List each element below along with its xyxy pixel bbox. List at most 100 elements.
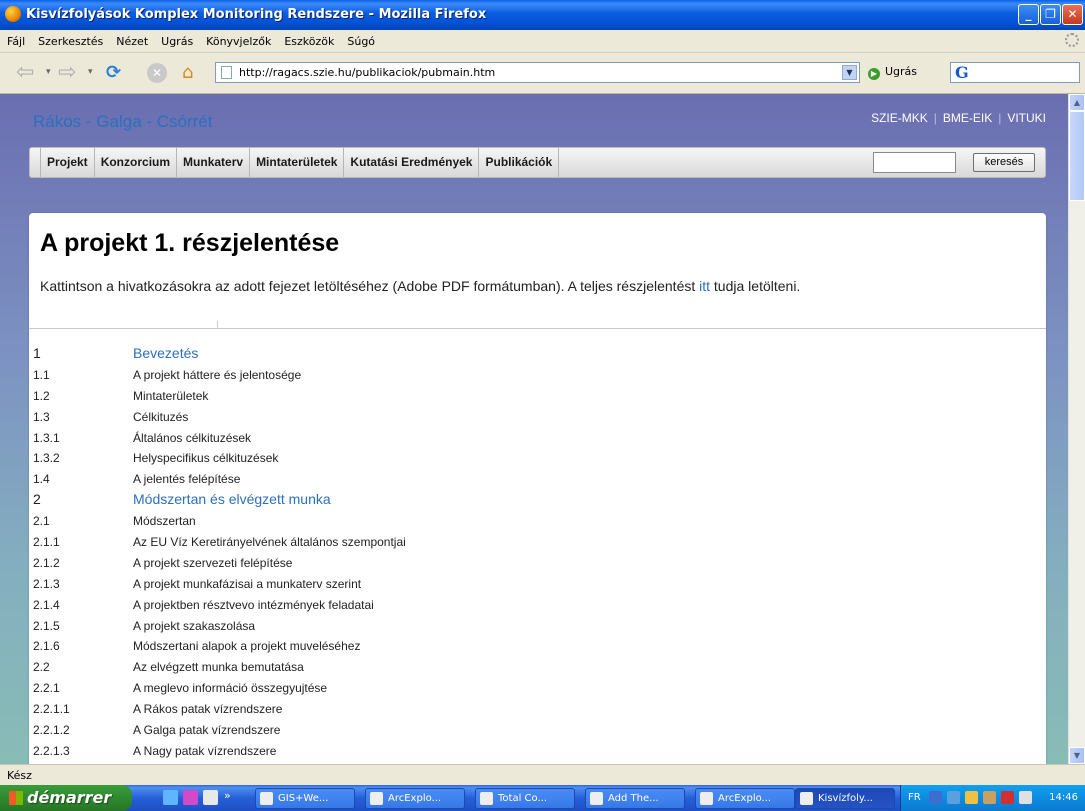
tray-network-icon[interactable] xyxy=(947,791,960,804)
stop-icon[interactable]: ✕ xyxy=(147,63,167,83)
toc-section-link[interactable]: Az elvégzett munka bemutatása xyxy=(133,660,304,674)
nav-konzorcium[interactable]: Konzorcium xyxy=(95,148,178,177)
toc-section-link[interactable]: A Nagy patak vízrendszere xyxy=(133,744,276,758)
url-dropdown-icon[interactable]: ▼ xyxy=(842,65,857,80)
toc-section-row[interactable]: 2.1.1 Az EU Víz Keretirányelvének általán… xyxy=(33,532,1033,553)
toc-section-link[interactable]: Mintaterületek xyxy=(133,389,208,403)
site-title[interactable]: Rákos - Galga - Csórrét xyxy=(33,112,213,132)
taskbar-button[interactable]: GIS+We... xyxy=(255,788,355,809)
toc-section-row[interactable]: 1.3.1 Általános célkituzések xyxy=(33,428,1033,449)
toc-section-link[interactable]: A Rákos patak vízrendszere xyxy=(133,702,282,716)
tray-arrow-icon[interactable] xyxy=(929,791,942,804)
toc-section-link[interactable]: A projekt szervezeti felépítése xyxy=(133,556,292,570)
menu-help[interactable]: Súgó xyxy=(340,30,381,48)
taskbar-button[interactable]: Add The... xyxy=(585,788,685,809)
toc-section-link[interactable]: Módszertan xyxy=(133,514,196,528)
maximize-button[interactable]: ❐ xyxy=(1040,4,1061,25)
toc-section-link[interactable]: Általános célkituzések xyxy=(133,431,251,445)
close-button[interactable]: ✕ xyxy=(1062,4,1083,25)
quicklaunch-app-icon[interactable] xyxy=(183,790,198,805)
toc-section-link[interactable]: A projekt munkafázisai a munkaterv szeri… xyxy=(133,577,361,591)
toc-section-link[interactable]: A projekt háttere és jelentosége xyxy=(133,368,301,382)
toc-section-link[interactable]: A projektben résztvevo intézmények felad… xyxy=(133,598,374,612)
menu-go[interactable]: Ugrás xyxy=(154,30,199,48)
table-of-contents: 1 Bevezetés 1.1 A projekt háttere és jelent… xyxy=(33,344,1033,764)
quicklaunch-search-icon[interactable] xyxy=(163,790,178,805)
nav-mintateruletek[interactable]: Mintaterületek xyxy=(250,148,345,177)
nav-kutatasi-eredmenyek[interactable]: Kutatási Eredmények xyxy=(344,148,480,177)
toc-section-link[interactable]: A meglevo információ összegyujtése xyxy=(133,681,327,695)
toc-section-link[interactable]: A projekt szakaszolása xyxy=(133,619,255,633)
toc-section-row[interactable]: 2.1.6 Módszertani alapok a projekt muvelé… xyxy=(33,636,1033,657)
forward-dropdown-icon[interactable]: ▾ xyxy=(88,67,93,77)
language-indicator[interactable]: FR xyxy=(908,792,921,803)
full-report-link[interactable]: itt xyxy=(699,278,710,294)
toc-section-row[interactable]: 1.4 A jelentés felépítése xyxy=(33,469,1033,490)
link-vituki[interactable]: VITUKI xyxy=(1007,111,1046,125)
menu-bookmarks[interactable]: Könyvjelzők xyxy=(199,30,277,48)
forward-arrow-icon[interactable]: ⇨ xyxy=(58,61,76,85)
site-search-button[interactable]: keresés xyxy=(973,153,1035,172)
link-szie-mkk[interactable]: SZIE-MKK xyxy=(871,111,928,125)
scroll-up-icon[interactable]: ▲ xyxy=(1069,94,1085,111)
toc-section-link[interactable]: Az EU Víz Keretirányelvének általános sz… xyxy=(133,535,406,549)
reload-icon[interactable]: ⟳ xyxy=(106,61,121,85)
toc-section-link[interactable]: Helyspecifikus célkituzések xyxy=(133,451,278,465)
toc-section-row[interactable]: 2.2.1.3 A Nagy patak vízrendszere xyxy=(33,741,1033,762)
google-search-box[interactable]: G xyxy=(950,62,1080,83)
tray-antivirus-icon[interactable] xyxy=(1001,791,1014,804)
toc-section-row[interactable]: 1.1 A projekt háttere és jelentosége xyxy=(33,365,1033,386)
toc-section-row[interactable]: 1.3.2 Helyspecifikus célkituzések xyxy=(33,448,1033,469)
scroll-down-icon[interactable]: ▼ xyxy=(1069,747,1085,764)
toc-chapter-row[interactable]: 1 Bevezetés xyxy=(33,344,1033,365)
toc-section-row[interactable]: 2.1 Módszertan xyxy=(33,511,1033,532)
menu-view[interactable]: Nézet xyxy=(109,30,154,48)
start-button[interactable]: démarrer xyxy=(0,785,132,811)
nav-publikaciok[interactable]: Publikációk xyxy=(479,148,560,177)
nav-projekt[interactable]: Projekt xyxy=(40,148,95,177)
back-arrow-icon[interactable]: ⇦ xyxy=(16,61,34,85)
toc-section-row[interactable]: 2.1.3 A projekt munkafázisai a munkaterv … xyxy=(33,574,1033,595)
toc-section-row[interactable]: 2.2.1.1 A Rákos patak vízrendszere xyxy=(33,699,1033,720)
toc-section-row[interactable]: 2.1.5 A projekt szakaszolása xyxy=(33,616,1033,637)
menu-file[interactable]: Fájl xyxy=(0,30,31,48)
toc-section-link[interactable]: A jelentés felépítése xyxy=(133,472,240,486)
tray-volume-icon[interactable] xyxy=(1019,791,1032,804)
vertical-scrollbar[interactable]: ▲ ▼ xyxy=(1068,94,1085,764)
toc-section-row[interactable]: 2.2 Az elvégzett munka bemutatása xyxy=(33,657,1033,678)
back-dropdown-icon[interactable]: ▾ xyxy=(46,67,51,77)
taskbar-button[interactable]: ArcExplo... xyxy=(365,788,465,809)
taskbar-button[interactable]: ArcExplo... xyxy=(695,788,795,809)
tray-app-icon[interactable] xyxy=(983,791,996,804)
toc-number: 1.4 xyxy=(33,472,50,487)
nav-munkaterv[interactable]: Munkaterv xyxy=(177,148,251,177)
toc-section-row[interactable]: 2.1.2 A projekt szervezeti felépítése xyxy=(33,553,1033,574)
tray-warning-icon[interactable] xyxy=(965,791,978,804)
toc-chapter-row[interactable]: 2 Módszertan és elvégzett munka xyxy=(33,490,1033,511)
url-bar[interactable]: http://ragacs.szie.hu/publikaciok/pubmai… xyxy=(215,62,860,83)
quicklaunch-floppy-icon[interactable] xyxy=(203,790,218,805)
menu-tools[interactable]: Eszközök xyxy=(277,30,340,48)
site-search-input[interactable] xyxy=(873,152,956,173)
toc-section-row[interactable]: 2.2.1 A meglevo információ összegyujtése xyxy=(33,678,1033,699)
minimize-button[interactable]: _ xyxy=(1018,4,1039,25)
menu-edit[interactable]: Szerkesztés xyxy=(31,30,109,48)
url-text[interactable]: http://ragacs.szie.hu/publikaciok/pubmai… xyxy=(239,66,495,79)
toc-section-link[interactable]: Célkituzés xyxy=(133,410,188,424)
toc-chapter-link[interactable]: Bevezetés xyxy=(133,345,198,361)
home-icon[interactable]: ⌂ xyxy=(182,61,193,85)
toc-section-row[interactable]: 2.1.4 A projektben résztvevo intézmények … xyxy=(33,595,1033,616)
toc-chapter-link[interactable]: Módszertan és elvégzett munka xyxy=(133,491,331,507)
toc-section-row[interactable]: 1.3 Célkituzés xyxy=(33,407,1033,428)
toc-section-link[interactable]: A Galga patak vízrendszere xyxy=(133,723,280,737)
taskbar-button[interactable]: Kisvízfoly... xyxy=(795,788,895,809)
scroll-thumb[interactable] xyxy=(1069,111,1085,201)
go-button[interactable]: ▶ Ugrás xyxy=(868,65,917,80)
link-bme-eik[interactable]: BME-EIK xyxy=(943,111,992,125)
toc-section-link[interactable]: Módszertani alapok a projekt muveléséhez xyxy=(133,639,360,653)
toc-section-row[interactable]: 1.2 Mintaterületek xyxy=(33,386,1033,407)
taskbar-button[interactable]: Total Co... xyxy=(475,788,575,809)
toc-number: 2.2 xyxy=(33,660,50,675)
toc-section-row[interactable]: 2.2.1.2 A Galga patak vízrendszere xyxy=(33,720,1033,741)
quicklaunch-overflow-icon[interactable]: » xyxy=(224,789,231,802)
